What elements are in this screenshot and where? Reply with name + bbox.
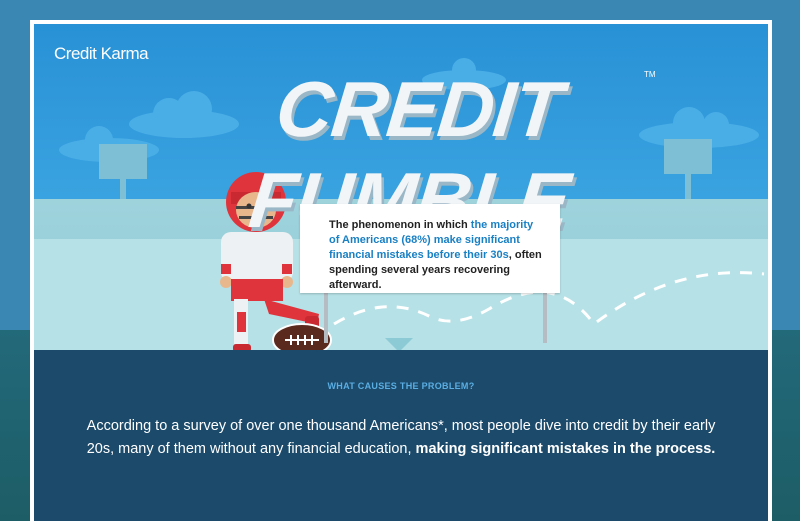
infographic-poster: Credit Karma CREDIT FUMBLE TM The phenom… — [30, 20, 772, 521]
trademark-mark: TM — [644, 70, 656, 79]
credit-karma-logo: Credit Karma — [54, 44, 149, 63]
callout-text-start: The phenomenon in which — [329, 219, 471, 231]
section-body: According to a survey of over one thousa… — [80, 415, 722, 461]
section-subheading: WHAT CAUSES THE PROBLEM? — [327, 381, 475, 391]
definition-callout: The phenomenon in which the majority of … — [300, 204, 560, 293]
body-text-bold: making significant mistakes in the proce… — [415, 441, 716, 457]
sky-background: Credit Karma CREDIT FUMBLE TM The phenom… — [34, 24, 768, 350]
sign-post-right — [543, 293, 547, 343]
sign-post-left — [324, 293, 328, 343]
